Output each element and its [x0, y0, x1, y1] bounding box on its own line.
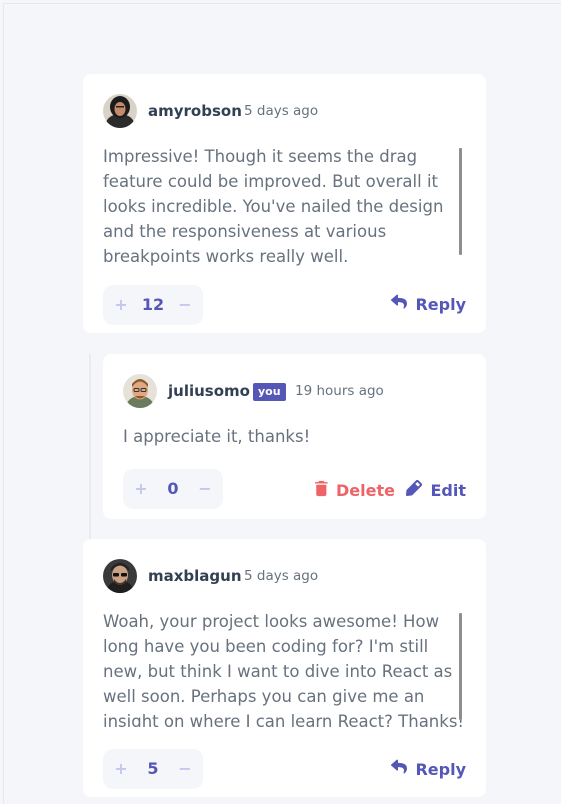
reply-icon [391, 759, 408, 779]
avatar-juliusomo [123, 374, 157, 408]
vote-control: + 12 − [103, 285, 203, 325]
vote-score: 12 [141, 295, 165, 314]
comment-text: Woah, your project looks awesome! How lo… [103, 612, 465, 727]
reply-icon [391, 294, 408, 314]
comment-timestamp: 5 days ago [244, 103, 319, 119]
delete-button[interactable]: Delete [315, 480, 395, 501]
reply-button[interactable]: Reply [391, 759, 466, 779]
you-badge: you [253, 383, 286, 401]
comment-text: Impressive! Though it seems the drag fea… [103, 147, 444, 266]
comment-timestamp: 5 days ago [244, 568, 319, 584]
avatar-maxblagun [103, 559, 137, 593]
vote-control: + 0 − [123, 469, 223, 509]
comment-card-juliusomo: juliusomo you 19 hours ago I appreciate … [103, 354, 486, 519]
comment-card-maxblagun: maxblagun 5 days ago Woah, your project … [83, 539, 486, 797]
vote-score: 0 [167, 479, 179, 498]
vote-score: 5 [147, 759, 159, 778]
comment-text: I appreciate it, thanks! [123, 427, 311, 446]
edit-label: Edit [430, 480, 466, 500]
edit-button[interactable]: Edit [406, 480, 466, 500]
comment-scrollbar[interactable] [459, 613, 462, 720]
vote-control: + 5 − [103, 749, 203, 789]
downvote-button[interactable]: − [191, 469, 219, 509]
comment-timestamp: 19 hours ago [295, 383, 384, 399]
reply-label: Reply [415, 294, 466, 314]
comment-card-amyrobson: amyrobson 5 days ago Impressive! Though … [83, 74, 486, 333]
avatar-amyrobson [103, 94, 137, 128]
delete-label: Delete [336, 481, 395, 500]
delete-icon [315, 480, 328, 501]
comment-username: amyrobson [148, 102, 242, 120]
downvote-button[interactable]: − [171, 749, 199, 789]
reply-label: Reply [415, 759, 466, 779]
comment-username: maxblagun [148, 567, 242, 585]
edit-icon [406, 480, 423, 500]
comment-username: juliusomo [168, 382, 250, 400]
reply-button[interactable]: Reply [391, 294, 466, 314]
reply-thread-line [89, 354, 91, 540]
downvote-button[interactable]: − [171, 285, 199, 325]
comment-scrollbar[interactable] [459, 148, 462, 255]
